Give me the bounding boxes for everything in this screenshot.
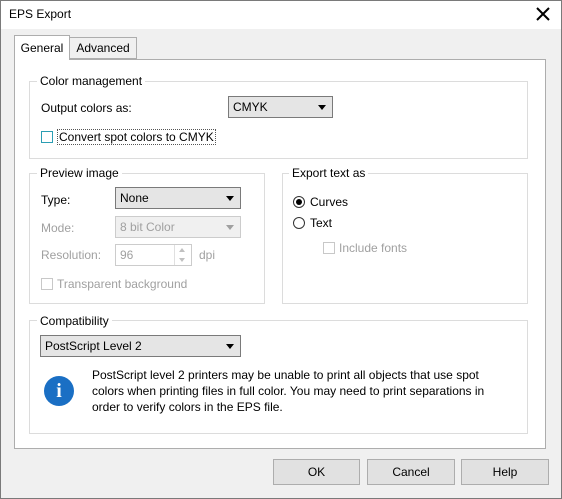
curves-label: Curves bbox=[310, 195, 349, 209]
help-button-label: Help bbox=[492, 465, 518, 479]
ok-button-label: OK bbox=[307, 465, 326, 479]
help-button[interactable]: Help bbox=[461, 459, 549, 485]
export-text-group bbox=[282, 173, 528, 304]
output-colors-label: Output colors as: bbox=[41, 101, 132, 115]
curves-radio[interactable] bbox=[293, 196, 305, 208]
chevron-down-icon bbox=[226, 196, 234, 201]
resolution-value: 96 bbox=[120, 248, 134, 262]
chevron-down-icon bbox=[226, 344, 234, 349]
title-bar: EPS Export bbox=[1, 1, 561, 29]
cancel-button-label: Cancel bbox=[392, 465, 430, 479]
spin-up-icon bbox=[179, 248, 185, 252]
info-line-1: PostScript level 2 printers may be unabl… bbox=[92, 368, 479, 382]
output-colors-value: CMYK bbox=[233, 100, 268, 114]
convert-spot-checkbox[interactable] bbox=[41, 131, 53, 143]
include-fonts-label: Include fonts bbox=[339, 241, 408, 255]
chevron-down-icon bbox=[318, 105, 326, 110]
resolution-label: Resolution: bbox=[41, 248, 102, 262]
output-colors-select[interactable]: CMYK bbox=[228, 96, 333, 118]
tab-general[interactable]: General bbox=[14, 35, 70, 60]
mode-select[interactable]: 8 bit Color bbox=[115, 216, 241, 238]
compatibility-select[interactable]: PostScript Level 2 bbox=[40, 335, 241, 357]
export-text-title: Export text as bbox=[289, 166, 369, 180]
tab-general-label: General bbox=[20, 41, 64, 55]
color-management-group bbox=[29, 81, 528, 159]
close-button[interactable] bbox=[529, 1, 557, 27]
type-label: Type: bbox=[41, 193, 71, 207]
type-value: None bbox=[120, 191, 149, 205]
resolution-spin-buttons[interactable] bbox=[174, 245, 191, 265]
mode-value: 8 bit Color bbox=[120, 220, 175, 234]
compatibility-value: PostScript Level 2 bbox=[45, 339, 142, 353]
compatibility-title: Compatibility bbox=[37, 314, 112, 328]
mode-label: Mode: bbox=[41, 221, 75, 235]
resolution-unit: dpi bbox=[199, 248, 216, 262]
text-label: Text bbox=[310, 216, 333, 230]
info-line-2: colors when printing files in full color… bbox=[92, 384, 485, 398]
tab-advanced[interactable]: Advanced bbox=[69, 37, 137, 59]
color-management-title: Color management bbox=[37, 74, 146, 88]
preview-image-title: Preview image bbox=[37, 166, 122, 180]
transparent-bg-label: Transparent background bbox=[57, 277, 188, 291]
text-radio[interactable] bbox=[293, 217, 305, 229]
close-icon bbox=[536, 7, 550, 21]
cancel-button[interactable]: Cancel bbox=[367, 459, 455, 485]
type-select[interactable]: None bbox=[115, 187, 241, 209]
chevron-down-icon bbox=[226, 225, 234, 230]
tab-advanced-label: Advanced bbox=[76, 41, 130, 55]
convert-spot-label[interactable]: Convert spot colors to CMYK bbox=[57, 129, 216, 145]
window-title: EPS Export bbox=[9, 7, 72, 21]
info-line-3: order to verify colors in the EPS file. bbox=[92, 400, 283, 414]
ok-button[interactable]: OK bbox=[273, 459, 360, 485]
spin-down-icon bbox=[179, 258, 185, 262]
include-fonts-checkbox[interactable] bbox=[323, 242, 335, 254]
transparent-bg-checkbox[interactable] bbox=[41, 278, 53, 290]
info-icon: i bbox=[44, 376, 74, 406]
resolution-spinner[interactable]: 96 bbox=[115, 244, 192, 266]
